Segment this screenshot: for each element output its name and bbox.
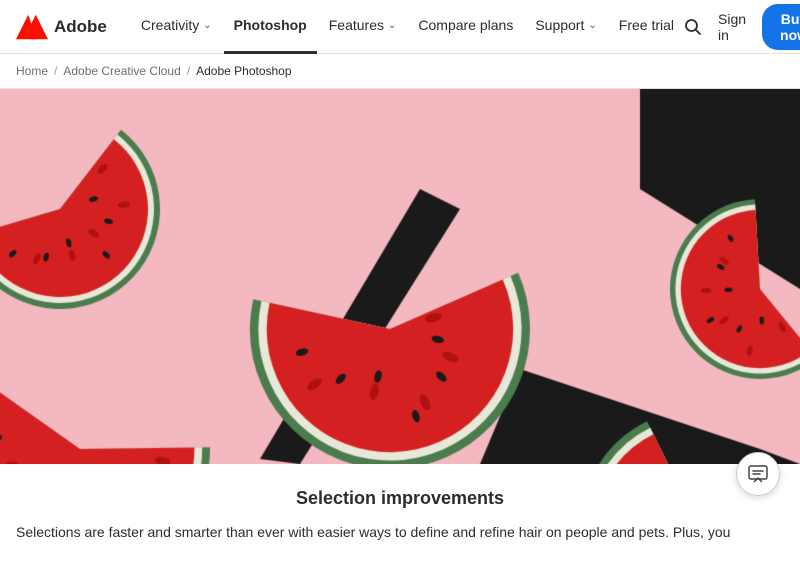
chevron-down-icon: ⌄	[588, 20, 596, 31]
hero-image	[0, 89, 800, 464]
breadcrumb-sep-2: /	[187, 64, 190, 78]
header: Adobe Creativity ⌄ Photoshop Features ⌄ …	[0, 0, 800, 54]
search-icon	[684, 18, 702, 36]
breadcrumb-current: Adobe Photoshop	[196, 64, 291, 78]
adobe-logo[interactable]: Adobe	[16, 13, 107, 41]
main-nav: Creativity ⌄ Photoshop Features ⌄ Compar…	[131, 0, 684, 54]
nav-item-support[interactable]: Support ⌄	[525, 0, 606, 54]
content-body: Selections are faster and smarter than e…	[16, 521, 784, 543]
breadcrumb-home[interactable]: Home	[16, 64, 48, 78]
nav-item-creativity[interactable]: Creativity ⌄	[131, 0, 222, 54]
content-section: Selection improvements Selections are fa…	[0, 464, 800, 563]
breadcrumb: Home / Adobe Creative Cloud / Adobe Phot…	[0, 54, 800, 89]
nav-item-features[interactable]: Features ⌄	[319, 0, 407, 54]
nav-item-free-trial[interactable]: Free trial	[609, 0, 684, 54]
nav-item-compare-plans[interactable]: Compare plans	[408, 0, 523, 54]
chat-button[interactable]	[736, 452, 780, 496]
sign-in-link[interactable]: Sign in	[718, 11, 746, 43]
nav-item-photoshop[interactable]: Photoshop	[224, 0, 317, 54]
nav-right: Sign in Buy now	[684, 4, 800, 50]
buy-now-button[interactable]: Buy now	[762, 4, 800, 50]
chevron-down-icon: ⌄	[203, 20, 211, 31]
chevron-down-icon: ⌄	[388, 20, 396, 31]
chat-icon	[747, 463, 769, 485]
hero-canvas	[0, 89, 800, 464]
adobe-wordmark: Adobe	[54, 17, 107, 37]
breadcrumb-creative-cloud[interactable]: Adobe Creative Cloud	[63, 64, 180, 78]
search-button[interactable]	[684, 18, 702, 36]
breadcrumb-sep-1: /	[54, 64, 57, 78]
content-title: Selection improvements	[16, 488, 784, 509]
adobe-logo-icon	[16, 13, 48, 41]
